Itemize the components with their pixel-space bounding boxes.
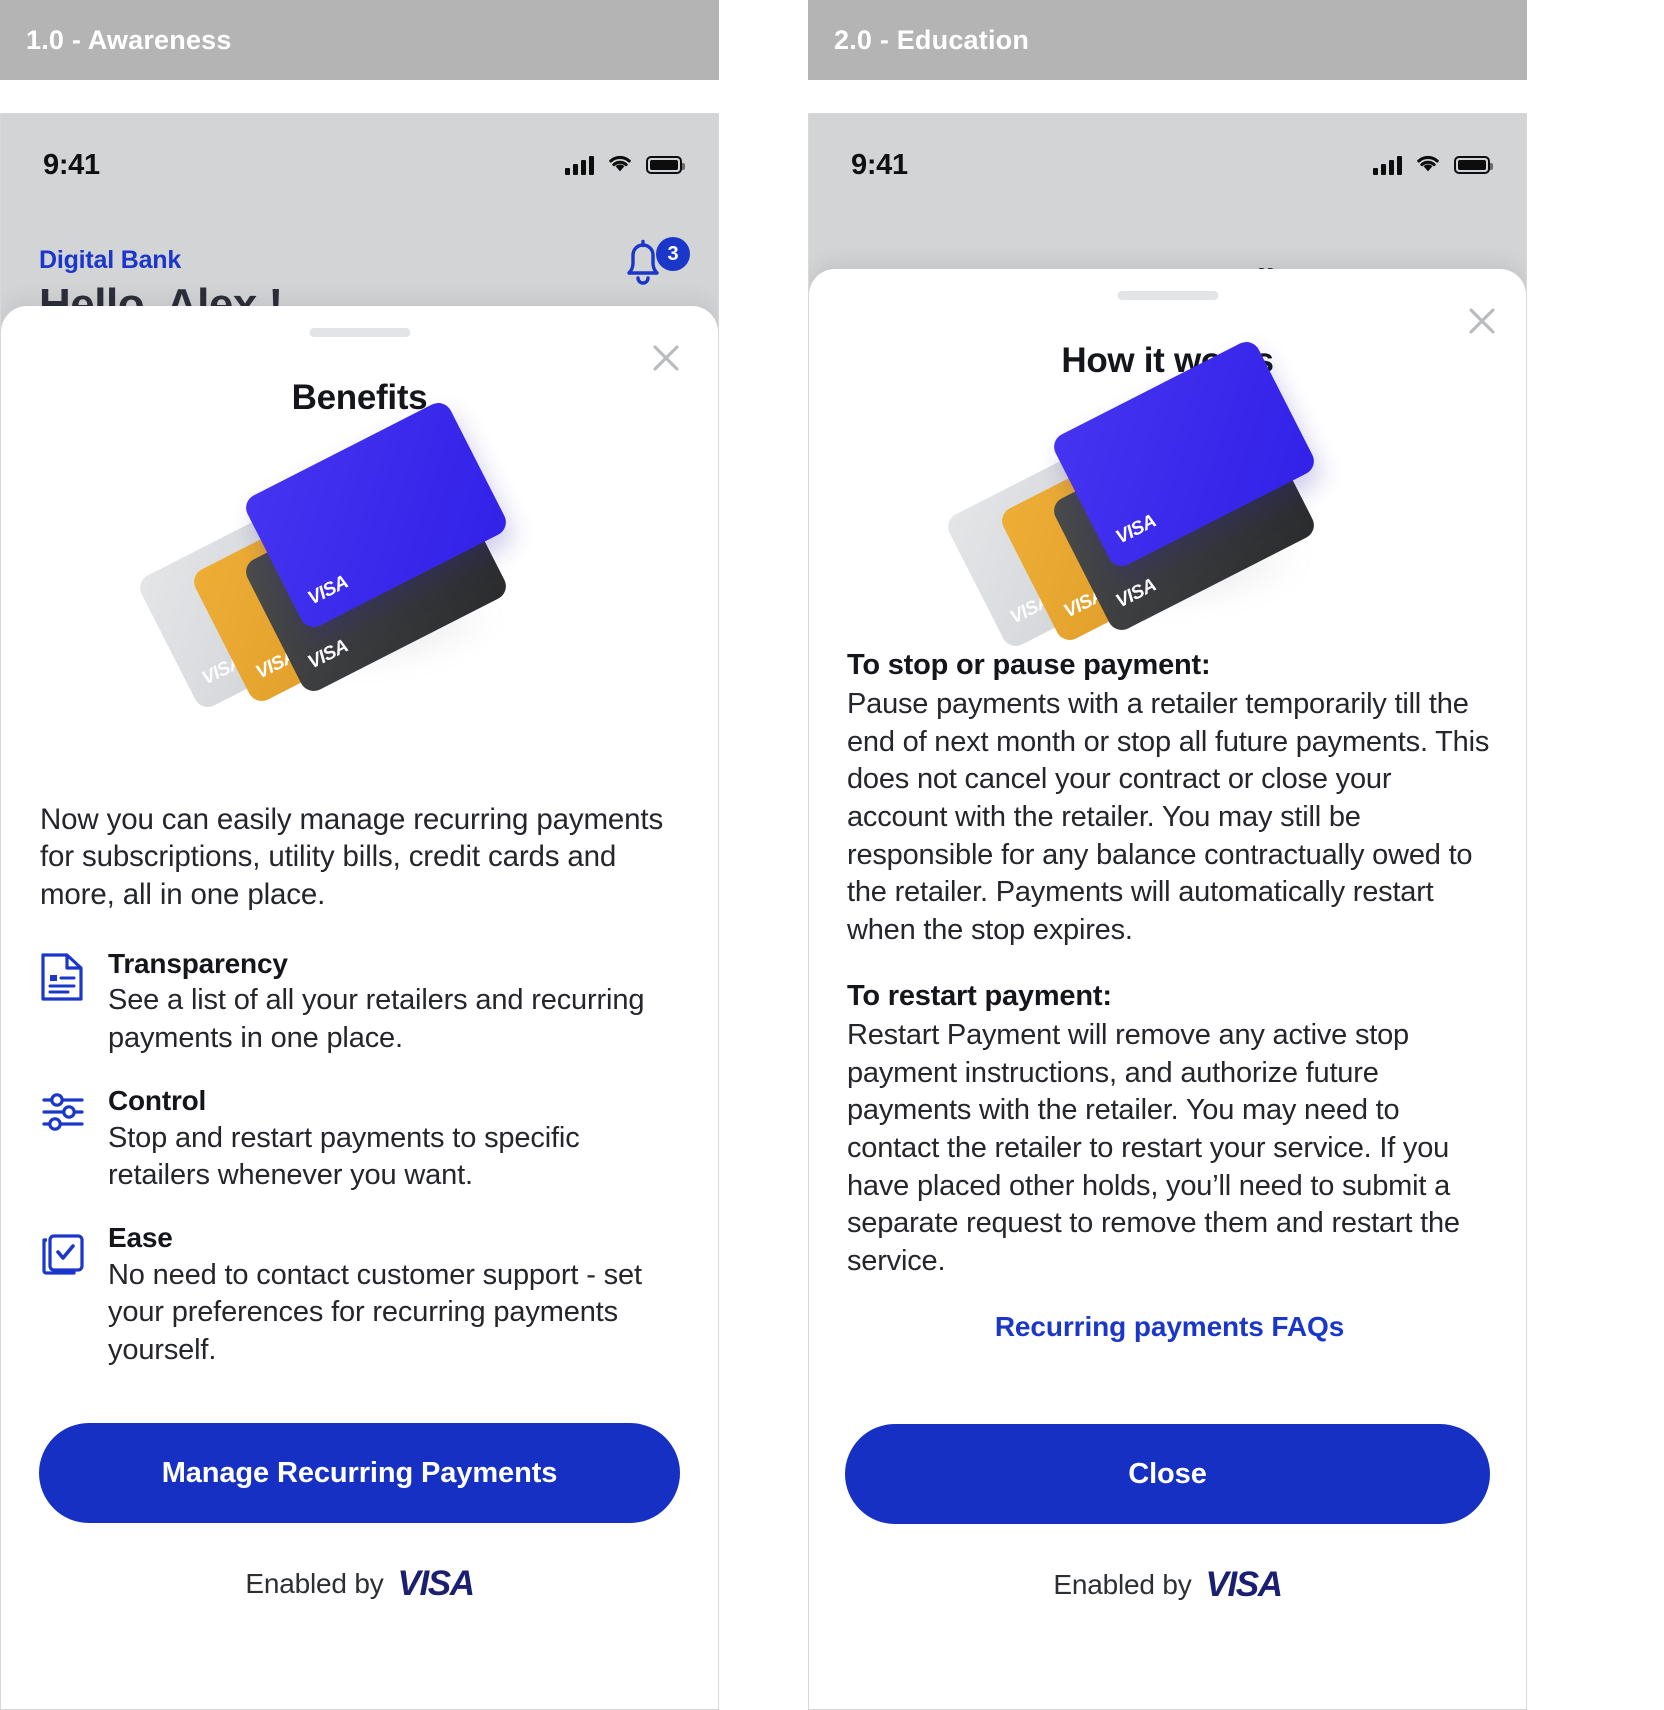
manage-recurring-payments-button[interactable]: Manage Recurring Payments (39, 1423, 680, 1523)
benefits-bottom-sheet: Benefits VISA VISA VISA VISA Now you can… (1, 306, 718, 1709)
sliders-control-icon (40, 1083, 88, 1194)
panel-header-label: 2.0 - Education (834, 24, 1030, 55)
sheet-drag-handle[interactable] (309, 328, 410, 337)
notification-badge: 3 (656, 237, 690, 271)
close-icon (1469, 308, 1495, 334)
intro-paragraph: Now you can easily manage recurring paym… (40, 803, 664, 911)
enabled-by-visa-footer: Enabled by VISA (1, 1564, 718, 1604)
status-time: 9:41 (851, 148, 908, 181)
enabled-by-label: Enabled by (1053, 1569, 1192, 1600)
section-body: Restart Payment will remove any active s… (847, 1018, 1460, 1277)
feature-title: Control (108, 1085, 207, 1117)
status-icon-group (1373, 153, 1493, 178)
section-heading: To restart payment: (847, 979, 1112, 1012)
feature-body: Transparency See a list of all your reta… (108, 946, 684, 1057)
notifications-button[interactable]: 3 (620, 237, 690, 297)
screenshot-board: 1.0 - Awareness 9:41 Digital Bank Hello,… (0, 0, 1664, 1710)
status-bar: 9:41 (809, 142, 1526, 188)
feature-body: Control Stop and restart payments to spe… (108, 1083, 684, 1194)
status-bar: 9:41 (1, 142, 718, 188)
panel-awareness: 1.0 - Awareness 9:41 Digital Bank Hello,… (0, 0, 719, 1710)
wifi-icon (1415, 153, 1441, 178)
visa-logo: VISA (1205, 1565, 1283, 1604)
panel-header-awareness: 1.0 - Awareness (0, 0, 719, 80)
phone-frame-education: 9:41 ‹ Payment Details (808, 113, 1527, 1710)
recurring-payments-faqs-link[interactable]: Recurring payments FAQs (847, 1311, 1492, 1343)
feature-description: No need to contact customer support - se… (108, 1258, 642, 1366)
feature-item-control: Control Stop and restart payments to spe… (40, 1083, 684, 1194)
feature-description: See a list of all your retailers and rec… (108, 984, 645, 1054)
close-icon (653, 345, 679, 371)
battery-icon (646, 156, 685, 174)
close-button[interactable] (1460, 299, 1504, 343)
close-sheet-button[interactable]: Close (845, 1424, 1490, 1524)
section-restart: To restart payment: Restart Payment will… (847, 980, 1492, 1281)
feature-body: Ease No need to contact customer support… (108, 1220, 684, 1369)
status-icon-group (565, 153, 685, 178)
battery-icon (1454, 156, 1493, 174)
section-stop-or-pause: To stop or pause payment: Pause payments… (847, 649, 1492, 950)
visa-logo: VISA (397, 1564, 475, 1603)
benefits-feature-list: Transparency See a list of all your reta… (40, 946, 684, 1395)
status-time: 9:41 (43, 148, 100, 181)
sheet-drag-handle[interactable] (1117, 291, 1218, 300)
sheet-title: How it works (1061, 341, 1274, 380)
sheet-title: Benefits (291, 378, 428, 417)
cellular-signal-icon (1373, 155, 1402, 175)
enabled-by-label: Enabled by (245, 1568, 384, 1599)
visa-card-stack-illustration: VISA VISA VISA VISA (134, 398, 570, 712)
section-body: Pause payments with a retailer temporari… (847, 688, 1490, 947)
wifi-icon (607, 153, 633, 178)
panel-header-label: 1.0 - Awareness (26, 24, 232, 55)
panel-header-education: 2.0 - Education (808, 0, 1527, 80)
phone-frame-awareness: 9:41 Digital Bank Hello, Alex ! 3 Benefi… (0, 113, 719, 1710)
panel-education: 2.0 - Education 9:41 How it works VISA V… (808, 0, 1527, 1710)
how-it-works-sections: To stop or pause payment: Pause payments… (847, 649, 1492, 1343)
enabled-by-visa-footer: Enabled by VISA (809, 1565, 1526, 1605)
feature-title: Ease (108, 1222, 173, 1254)
visa-card-stack-illustration: VISA VISA VISA VISA (942, 337, 1378, 651)
document-list-icon (40, 946, 88, 1057)
feature-description: Stop and restart payments to specific re… (108, 1121, 580, 1191)
app-brand-label: Digital Bank (39, 246, 182, 274)
close-button[interactable] (644, 336, 688, 380)
feature-item-ease: Ease No need to contact customer support… (40, 1220, 684, 1369)
feature-item-transparency: Transparency See a list of all your reta… (40, 946, 684, 1057)
section-heading: To stop or pause payment: (847, 649, 1211, 681)
cellular-signal-icon (565, 155, 594, 175)
how-it-works-bottom-sheet: How it works VISA VISA VISA VISA To stop… (809, 269, 1526, 1709)
feature-title: Transparency (108, 948, 288, 979)
checkbox-stack-icon (40, 1220, 88, 1369)
